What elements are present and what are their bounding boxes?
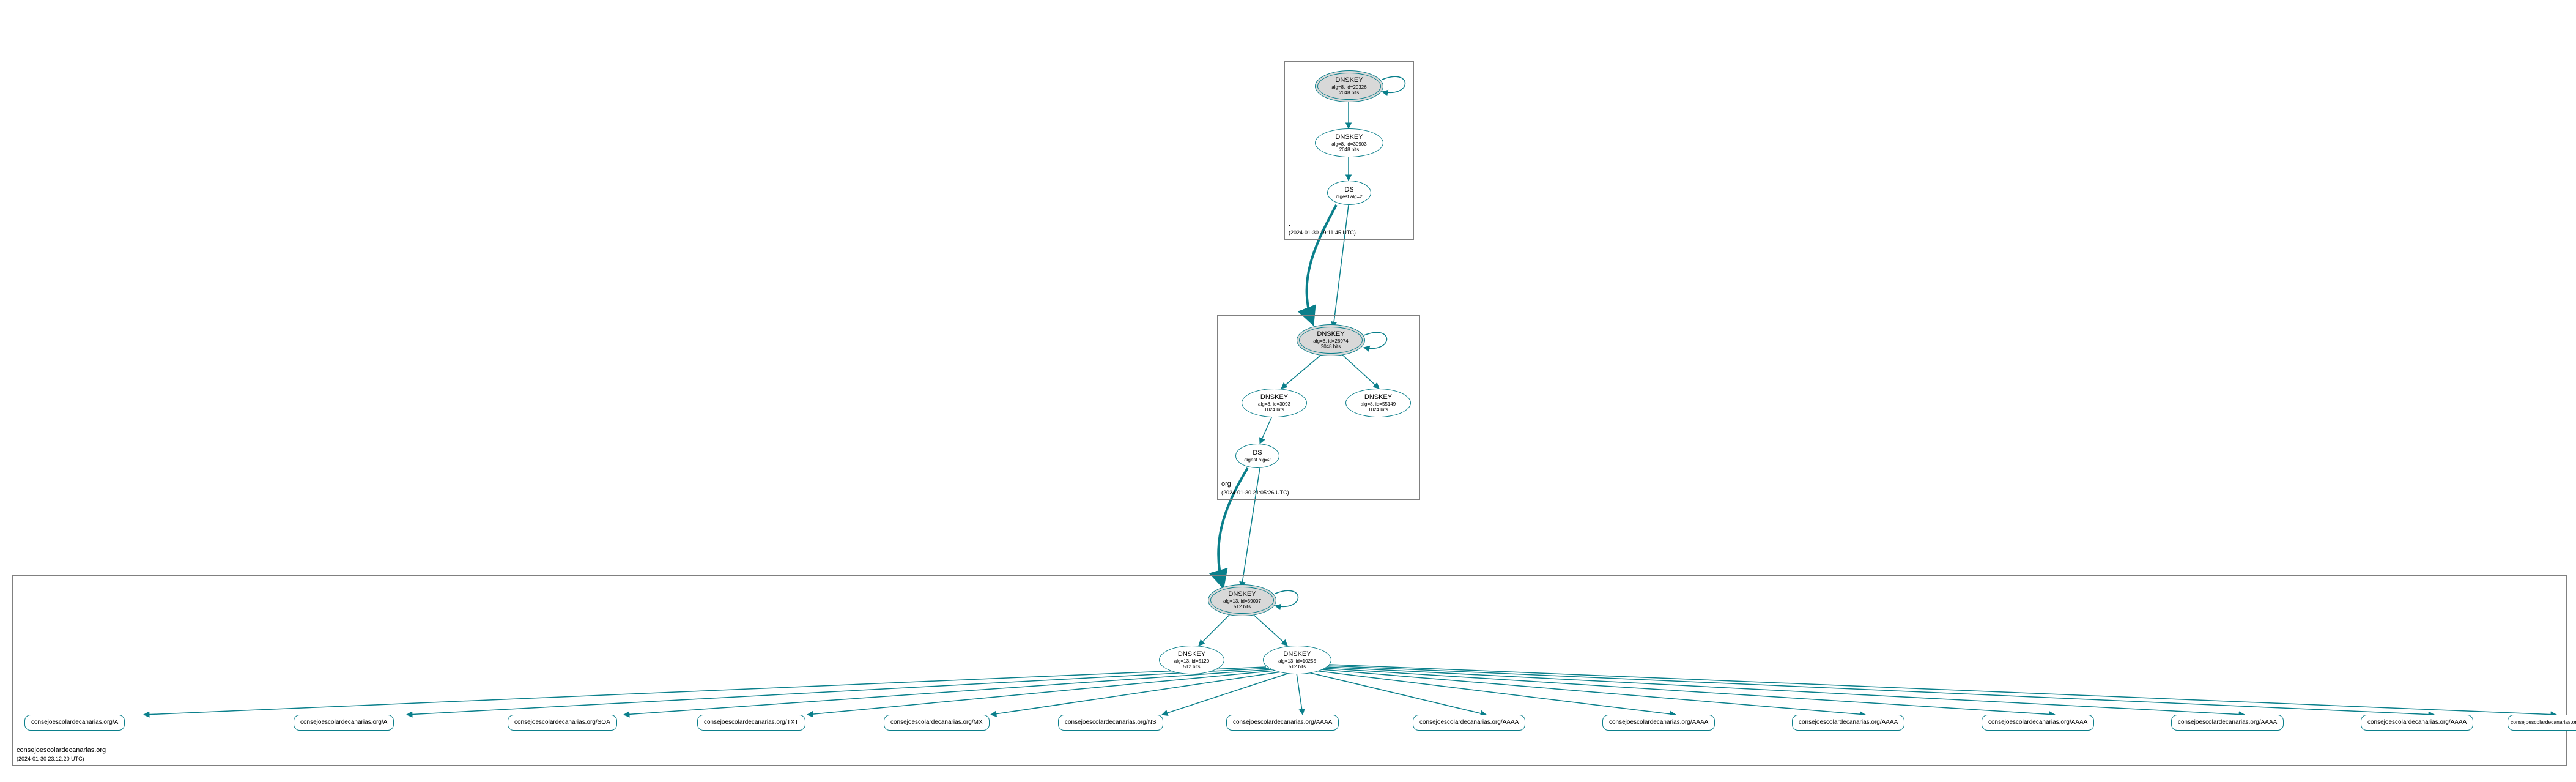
node-sub2: 2048 bits xyxy=(1339,90,1359,95)
node-title: DNSKEY xyxy=(1364,393,1392,401)
node-sub1: alg=8, id=30903 xyxy=(1331,141,1366,147)
rrset-a-2: consejoescolardecanarias.org/A xyxy=(294,715,394,731)
node-sub2: 1024 bits xyxy=(1368,407,1388,412)
node-org-zsk2: DNSKEY alg=8, id=55149 1024 bits xyxy=(1345,389,1411,417)
zone-leaf-label: consejoescolardecanarias.org xyxy=(17,746,106,754)
node-title: DNSKEY xyxy=(1228,590,1256,598)
rrset-soa: consejoescolardecanarias.org/SOA xyxy=(508,715,617,731)
node-sub1: alg=8, id=20326 xyxy=(1331,84,1366,90)
zone-root-label: . xyxy=(1289,220,1290,228)
node-title: DNSKEY xyxy=(1335,133,1363,141)
rrset-aaaa-3: consejoescolardecanarias.org/AAAA xyxy=(1602,715,1715,731)
rrset-txt: consejoescolardecanarias.org/TXT xyxy=(697,715,805,731)
node-title: DS xyxy=(1344,186,1353,194)
node-sub1: alg=8, id=26974 xyxy=(1313,338,1348,344)
node-title: DNSKEY xyxy=(1335,76,1363,84)
zone-org-label: org xyxy=(1221,480,1231,488)
node-title: DNSKEY xyxy=(1283,650,1311,658)
node-org-zsk1: DNSKEY alg=8, id=3093 1024 bits xyxy=(1242,389,1307,417)
node-sub2: 2048 bits xyxy=(1339,147,1359,152)
node-sub1: digest alg=2 xyxy=(1336,194,1362,199)
rrset-aaaa-7: consejoescolardecanarias.org/AAAA xyxy=(2361,715,2473,731)
node-root-ksk: DNSKEY alg=8, id=20326 2048 bits xyxy=(1315,70,1383,102)
node-title: DS xyxy=(1253,449,1262,457)
node-sub1: digest alg=2 xyxy=(1244,457,1270,463)
node-title: DNSKEY xyxy=(1260,393,1288,401)
node-sub1: alg=8, id=55149 xyxy=(1361,401,1396,407)
node-sub1: alg=8, id=3093 xyxy=(1258,401,1290,407)
rrset-a-1: consejoescolardecanarias.org/A xyxy=(24,715,125,731)
rrset-aaaa-6: consejoescolardecanarias.org/AAAA xyxy=(2171,715,2284,731)
zone-org-timestamp: (2024-01-30 21:05:26 UTC) xyxy=(1221,490,1289,497)
node-sub2: 2048 bits xyxy=(1321,344,1341,349)
rrset-aaaa-2: consejoescolardecanarias.org/AAAA xyxy=(1413,715,1525,731)
node-root-ds: DS digest alg=2 xyxy=(1327,181,1371,205)
node-org-ksk: DNSKEY alg=8, id=26974 2048 bits xyxy=(1297,324,1365,356)
rrset-aaaa-1: consejoescolardecanarias.org/AAAA xyxy=(1226,715,1339,731)
node-sub2: 512 bits xyxy=(1234,604,1251,609)
node-sub1: alg=13, id=39007 xyxy=(1223,598,1261,604)
dnssec-graph: . (2024-01-30 19:11:45 UTC) DNSKEY alg=8… xyxy=(0,0,2576,782)
rrset-aaaa-4: consejoescolardecanarias.org/AAAA xyxy=(1792,715,1904,731)
rrset-aaaa-8: consejoescolardecanarias.org/AAAA xyxy=(2508,715,2576,731)
zone-leaf-timestamp: (2024-01-30 23:12:20 UTC) xyxy=(17,756,84,763)
node-root-zsk: DNSKEY alg=8, id=30903 2048 bits xyxy=(1315,128,1383,157)
node-org-ds: DS digest alg=2 xyxy=(1235,444,1279,468)
node-title: DNSKEY xyxy=(1178,650,1205,658)
node-sub2: 512 bits xyxy=(1183,664,1200,669)
rrset-aaaa-5: consejoescolardecanarias.org/AAAA xyxy=(1982,715,2094,731)
node-sub1: alg=13, id=5120 xyxy=(1174,658,1209,664)
node-sub2: 512 bits xyxy=(1289,664,1306,669)
zone-root-timestamp: (2024-01-30 19:11:45 UTC) xyxy=(1289,229,1356,237)
node-leaf-ksk: DNSKEY alg=13, id=39007 512 bits xyxy=(1208,584,1276,616)
rrset-ns: consejoescolardecanarias.org/NS xyxy=(1058,715,1163,731)
rrset-mx: consejoescolardecanarias.org/MX xyxy=(884,715,990,731)
node-sub1: alg=13, id=10255 xyxy=(1278,658,1316,664)
node-sub2: 1024 bits xyxy=(1264,407,1284,412)
node-leaf-zsk2: DNSKEY alg=13, id=10255 512 bits xyxy=(1263,646,1331,674)
node-title: DNSKEY xyxy=(1317,330,1344,338)
node-leaf-zsk1: DNSKEY alg=13, id=5120 512 bits xyxy=(1159,646,1224,674)
